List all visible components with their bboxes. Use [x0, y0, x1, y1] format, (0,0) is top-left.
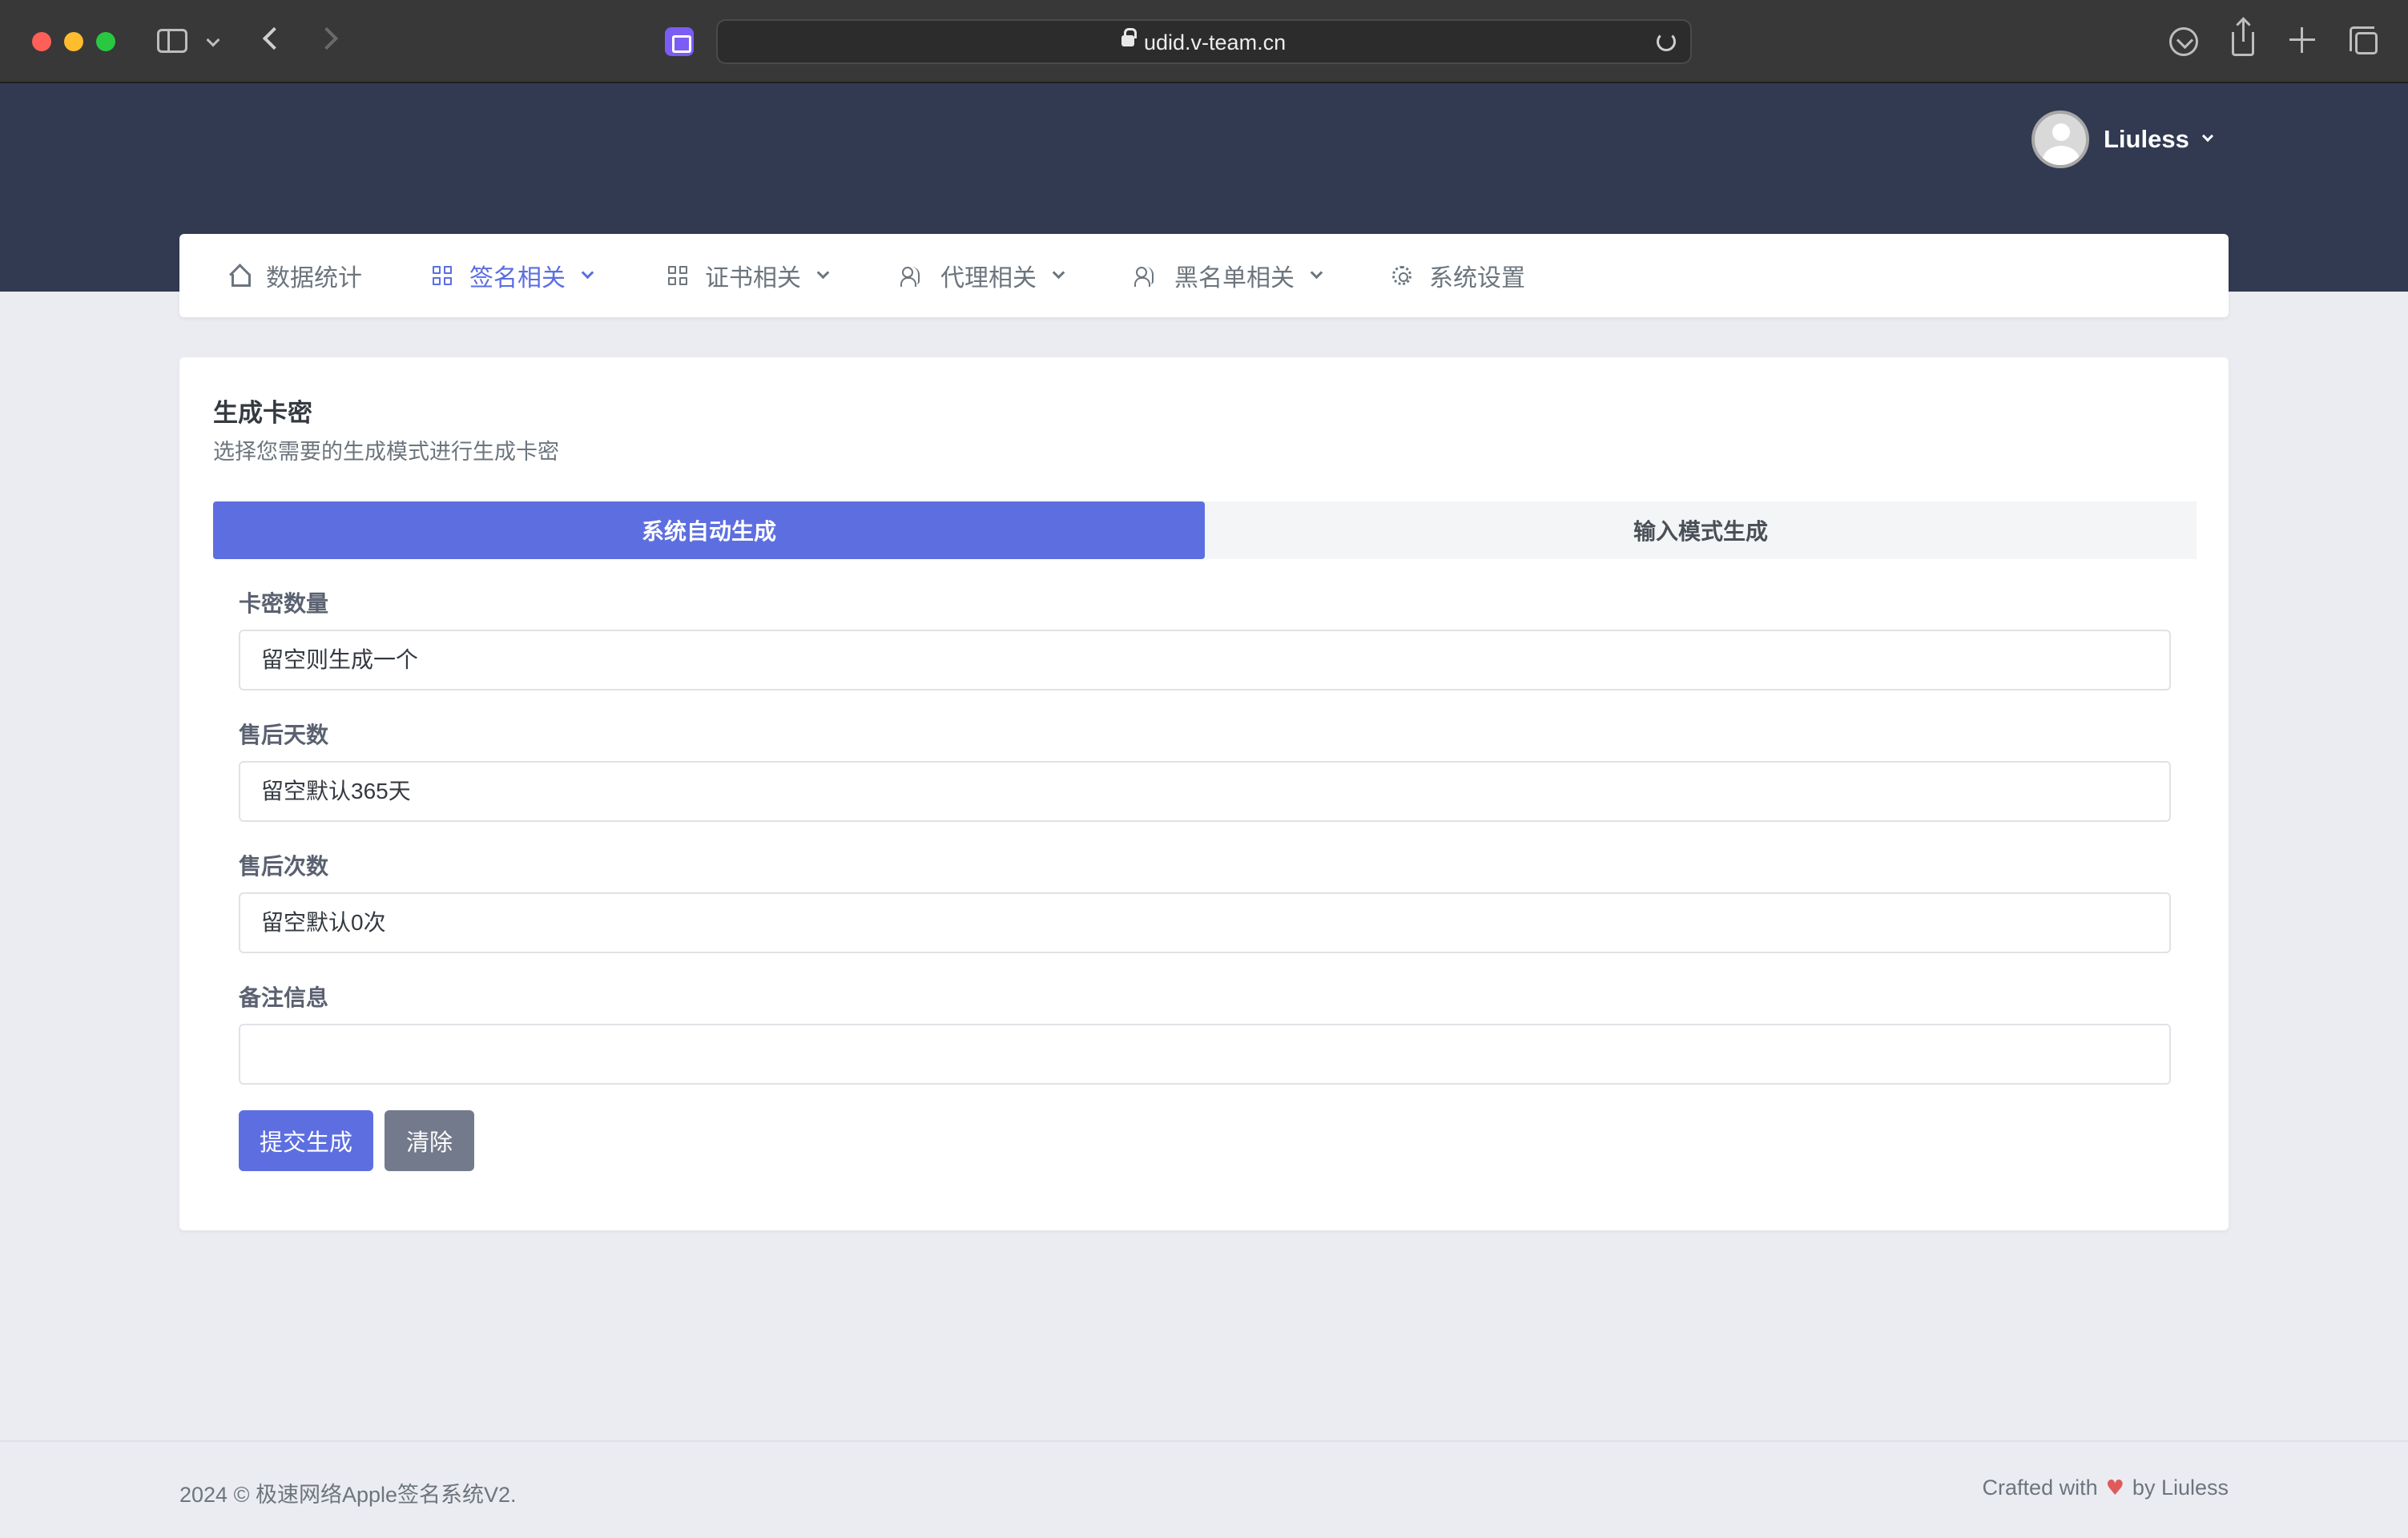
- download-icon[interactable]: [2169, 27, 2198, 56]
- chevron-down-icon[interactable]: [2201, 130, 2213, 143]
- maximize-window-button[interactable]: [96, 32, 115, 51]
- gear-icon: [1392, 266, 1411, 285]
- forward-arrow-icon[interactable]: [315, 26, 339, 50]
- crafted-suffix: by Liuless: [2132, 1476, 2229, 1500]
- days-label: 售后天数: [239, 723, 329, 747]
- share-icon[interactable]: [2232, 19, 2254, 56]
- chevron-down-icon[interactable]: [206, 33, 220, 47]
- times-label: 售后次数: [239, 854, 329, 879]
- nav-item-label: 数据统计: [266, 265, 362, 292]
- main-nav: 数据统计 签名相关 证书相关 代理相关 黑名单相关 系统设置: [179, 234, 2229, 317]
- tab-input-generate[interactable]: 输入模式生成: [1205, 501, 2197, 559]
- quantity-label: 卡密数量: [239, 591, 329, 616]
- nav-item-label: 证书相关: [705, 265, 801, 292]
- clear-button[interactable]: 清除: [385, 1110, 474, 1171]
- nav-item-label: 黑名单相关: [1174, 265, 1295, 292]
- users-icon: [1134, 266, 1157, 287]
- sidebar-toggle-icon[interactable]: [157, 29, 187, 53]
- user-menu[interactable]: Liuless: [2031, 111, 2213, 168]
- nav-item-agents[interactable]: 代理相关: [900, 234, 1065, 317]
- nav-item-label: 签名相关: [469, 265, 566, 292]
- note-label: 备注信息: [239, 985, 329, 1010]
- nav-item-blacklist[interactable]: 黑名单相关: [1134, 234, 1323, 317]
- nav-item-dashboard[interactable]: 数据统计: [229, 234, 362, 317]
- crafted-by: Crafted with ♥ by Liuless: [1983, 1476, 2229, 1500]
- nav-item-settings[interactable]: 系统设置: [1392, 234, 1525, 317]
- grid-icon: [668, 266, 687, 285]
- submit-button[interactable]: 提交生成: [239, 1110, 373, 1171]
- chevron-down-icon: [1310, 266, 1323, 279]
- close-window-button[interactable]: [32, 32, 51, 51]
- minimize-window-button[interactable]: [64, 32, 83, 51]
- chevron-down-icon: [1052, 266, 1065, 279]
- chevron-down-icon: [581, 266, 594, 279]
- user-name[interactable]: Liuless: [2104, 125, 2189, 154]
- page-subtitle: 选择您需要的生成模式进行生成卡密: [213, 440, 559, 464]
- days-input[interactable]: [239, 761, 2171, 822]
- home-icon: [229, 267, 251, 287]
- quantity-input[interactable]: [239, 630, 2171, 690]
- back-arrow-icon[interactable]: [262, 26, 286, 50]
- new-tab-icon[interactable]: [2289, 27, 2315, 53]
- grid-icon: [433, 266, 452, 285]
- heart-icon: ♥: [2105, 1476, 2124, 1500]
- page-title: 生成卡密: [213, 399, 312, 427]
- nav-item-label: 系统设置: [1429, 265, 1525, 292]
- chevron-down-icon: [816, 266, 830, 279]
- users-icon: [900, 266, 923, 287]
- tab-overview-icon[interactable]: [2350, 26, 2378, 54]
- lock-icon: [1121, 28, 1137, 46]
- footer: 2024 © 极速网络Apple签名系统V2. Crafted with ♥ b…: [0, 1440, 2408, 1538]
- tab-auto-generate[interactable]: 系统自动生成: [213, 501, 1205, 559]
- browser-toolbar: udid.v-team.cn: [0, 0, 2408, 83]
- nav-item-label: 代理相关: [940, 265, 1037, 292]
- reload-icon[interactable]: [1657, 32, 1676, 51]
- crafted-prefix: Crafted with: [1982, 1476, 2098, 1500]
- nav-item-signing[interactable]: 签名相关: [433, 234, 594, 317]
- copyright-text: 2024 © 极速网络Apple签名系统V2.: [179, 1483, 517, 1507]
- nav-item-certificates[interactable]: 证书相关: [668, 234, 830, 317]
- extension-icon[interactable]: [665, 27, 694, 56]
- generate-card-form: 生成卡密 选择您需要的生成模式进行生成卡密 系统自动生成 输入模式生成 卡密数量…: [179, 357, 2229, 1230]
- address-bar[interactable]: udid.v-team.cn: [716, 19, 1692, 64]
- avatar[interactable]: [2031, 111, 2089, 168]
- times-input[interactable]: [239, 892, 2171, 953]
- url-text: udid.v-team.cn: [1144, 30, 1287, 54]
- note-input[interactable]: [239, 1024, 2171, 1085]
- mode-tabs: 系统自动生成 输入模式生成: [213, 501, 2197, 559]
